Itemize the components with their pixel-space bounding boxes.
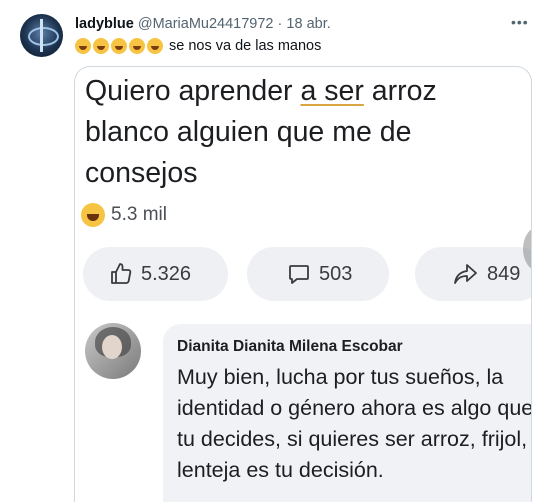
rofl-emoji-icon: [111, 38, 127, 54]
like-count: 5.326: [141, 262, 192, 285]
facebook-post-text: Quiero aprender a ser arroz blanco algui…: [85, 71, 525, 194]
haha-reaction-icon: [81, 203, 105, 227]
share-count: 849: [487, 262, 521, 285]
profile-avatar[interactable]: [20, 14, 63, 57]
handle[interactable]: @MariaMu24417972: [138, 16, 274, 32]
tweet-header: ladyblue @MariaMu24417972 · 18 abr.: [75, 16, 331, 32]
comment-icon: [289, 265, 309, 284]
comment-bubble: Dianita Dianita Milena Escobar Muy bien,…: [163, 324, 532, 502]
rofl-emoji-icon: [93, 38, 109, 54]
share-arrow-icon: [454, 264, 477, 284]
post-text-underlined: a ser: [300, 75, 364, 107]
tweet-text: se nos va de las manos: [75, 38, 321, 54]
rofl-emoji-icon: [129, 38, 145, 54]
post-text-before: Quiero aprender: [85, 75, 301, 107]
display-name[interactable]: ladyblue: [75, 16, 134, 32]
comment-text: Muy bien, lucha por tus sueños, la ident…: [177, 365, 532, 482]
timestamp[interactable]: 18 abr.: [286, 16, 330, 32]
comment-count: 503: [319, 262, 353, 285]
share-pill: 849: [415, 247, 531, 301]
rofl-emoji-icon: [147, 38, 163, 54]
avatar-ring-graphic: [28, 27, 59, 46]
comment-pill: 503: [247, 247, 389, 301]
thumbs-up-icon: [111, 263, 132, 284]
commenter-face-graphic: [102, 335, 122, 359]
avatar-bar-graphic: [40, 19, 43, 52]
reaction-summary: 5.3 mil: [81, 203, 167, 227]
rofl-emoji-icon: [75, 38, 91, 54]
separator: ·: [277, 16, 283, 32]
more-options-icon[interactable]: •••: [511, 14, 529, 30]
reaction-count: 5.3 mil: [111, 204, 167, 225]
tweet-media-image[interactable]: Quiero aprender a ser arroz blanco algui…: [74, 66, 532, 502]
comment-author: Dianita Dianita Milena Escobar: [177, 338, 403, 355]
commenter-avatar: [85, 323, 141, 379]
tweet-body: se nos va de las manos: [169, 38, 322, 54]
like-pill: 5.326: [83, 247, 228, 301]
